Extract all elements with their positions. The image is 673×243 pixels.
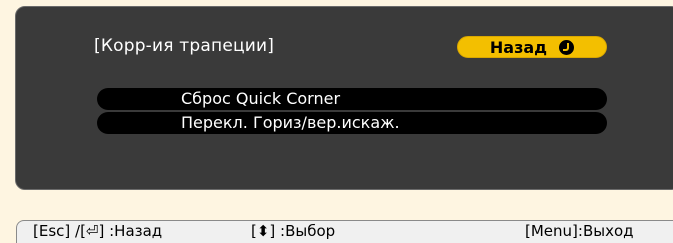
option-label: Перекл. Гориз/вер.искаж. [181,113,400,132]
help-exit-hint: [Menu]:Выход [525,222,634,240]
back-button-label: Назад [489,37,548,57]
option-reset-quick-corner[interactable]: Сброс Quick Corner [97,88,607,110]
help-bar: [Esc] /[⏎] :Назад [⬍] :Выбор [Menu]:Выхо… [16,220,673,243]
keystone-menu-panel: [Корр-ия трапеции] Назад Сброс Quick Cor… [15,6,673,190]
help-select-hint: [⬍] :Выбор [251,222,336,240]
enter-icon [559,39,575,55]
option-switch-h-v-keystone[interactable]: Перекл. Гориз/вер.искаж. [97,112,607,134]
option-label: Сброс Quick Corner [181,89,341,108]
panel-title: [Корр-ия трапеции] [94,36,275,56]
back-button[interactable]: Назад [457,36,607,58]
help-back-hint: [Esc] /[⏎] :Назад [33,222,163,240]
options-list: Сброс Quick Corner Перекл. Гориз/вер.иск… [97,88,607,136]
